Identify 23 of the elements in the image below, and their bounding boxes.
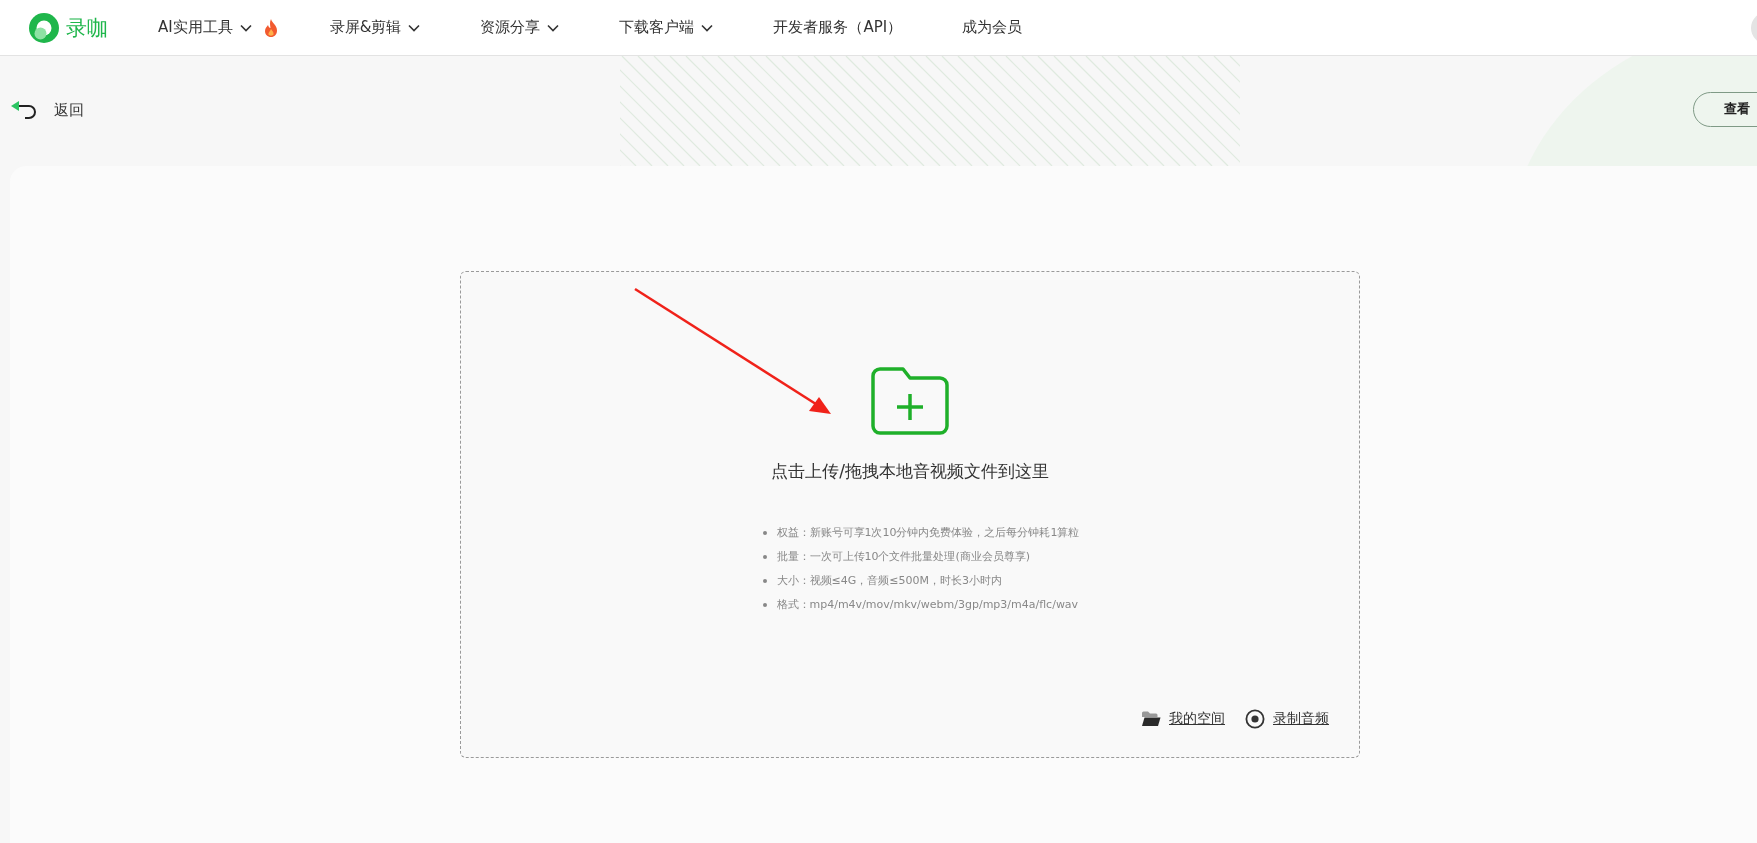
tip-text: 格式：mp4/m4v/mov/mkv/webm/3gp/mp3/m4a/flc/wav xyxy=(776,597,1079,613)
record-icon xyxy=(1245,709,1265,729)
bullet-icon xyxy=(762,579,767,583)
tip-text: 权益：新账号可享1次10分钟内免费体验，之后每分钟耗1算粒 xyxy=(776,525,1080,541)
folder-add-icon xyxy=(870,366,950,436)
folder-icon xyxy=(1141,711,1161,727)
nav-link[interactable]: AI实用工具 xyxy=(158,18,278,37)
nav-link[interactable]: 资源分享 xyxy=(480,18,560,37)
nav-link[interactable]: 录屏&剪辑 xyxy=(329,18,421,37)
record-audio-link[interactable]: 录制音频 xyxy=(1273,710,1329,728)
nav-link[interactable]: 下载客户端 xyxy=(619,18,714,37)
nav-link[interactable]: 开发者服务（API） xyxy=(773,18,903,37)
nav-link[interactable]: 成为会员 xyxy=(962,18,1023,37)
bullet-icon xyxy=(762,531,767,535)
bullet-icon xyxy=(762,603,767,607)
back-link[interactable]: 返回 xyxy=(10,100,84,120)
tip-text: 批量：一次可上传10个文件批量处理(商业会员尊享) xyxy=(776,549,1031,565)
logo-icon xyxy=(28,11,60,44)
upload-instruction: 点击上传/拖拽本地音视频文件到这里 xyxy=(771,460,1049,483)
bullet-icon xyxy=(762,555,767,559)
tip-text: 大小：视频≤4G，音频≤500M，时长3小时内 xyxy=(776,573,1002,589)
upload-dropzone[interactable]: 点击上传/拖拽本地音视频文件到这里 权益：新账号可享1次10分钟内免费体验，之后每分钟耗1算粒 批量：一次可上传10个文件批量处理(商业会员尊享) 大小：视频≤4G，音频≤500M，时长3小时内 格式：mp4/m4v/mov/mkv/webm/3gp/mp3/m4a/flc/wav 我的空间 录制音频 xyxy=(460,271,1360,758)
my-space-link[interactable]: 我的空间 xyxy=(1169,710,1225,728)
